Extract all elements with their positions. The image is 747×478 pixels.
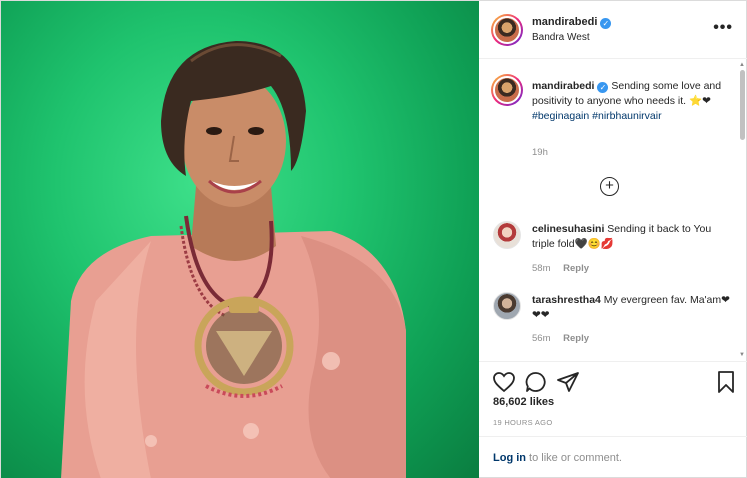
post-photo[interactable] — [1, 1, 479, 478]
author-avatar[interactable] — [491, 14, 523, 46]
scrollbar-thumb[interactable] — [740, 70, 745, 140]
caption-avatar[interactable] — [491, 74, 523, 106]
comments-scrollbar[interactable] — [740, 60, 745, 360]
comment-meta: 58m Reply — [532, 263, 589, 274]
reply-button[interactable]: Reply — [563, 333, 589, 344]
likes-count[interactable]: 86,602 likes — [493, 396, 554, 408]
commenter-username[interactable]: celinesuhasini — [532, 223, 604, 235]
comment-text: tarashrestha4 My evergreen fav. Ma'am❤❤❤ — [532, 293, 732, 323]
caption-username[interactable]: mandirabedi — [532, 80, 594, 92]
commenter-avatar[interactable] — [493, 221, 521, 249]
post-location[interactable]: Bandra West — [532, 32, 590, 43]
commenter-avatar[interactable] — [493, 292, 521, 320]
verified-badge-icon: ✓ — [597, 82, 609, 93]
commenter-username[interactable]: tarashrestha4 — [532, 294, 601, 306]
login-prompt: Log in to like or comment. — [479, 436, 747, 477]
caption-timestamp: 19h — [532, 147, 548, 158]
post-header: mandirabedi ✓ Bandra West ••• — [479, 1, 747, 59]
more-options-icon[interactable]: ••• — [713, 19, 733, 37]
login-link[interactable]: Log in — [493, 452, 526, 464]
scroll-up-icon[interactable]: ▲ — [739, 62, 745, 68]
comment-bubble-icon[interactable] — [524, 370, 548, 394]
scroll-down-icon[interactable]: ▼ — [739, 352, 745, 358]
login-prompt-rest: to like or comment. — [526, 452, 622, 464]
comment-time: 58m — [532, 263, 551, 274]
caption-hashtags[interactable]: #beginagain #nirbhaunirvair — [532, 110, 662, 122]
login-prompt-text: Log in to like or comment. — [493, 452, 622, 464]
post-time-ago: 19 HOURS AGO — [493, 418, 553, 427]
paper-plane-icon[interactable] — [556, 370, 580, 394]
post-actions: 86,602 likes 19 HOURS AGO — [479, 361, 747, 435]
comment-time: 56m — [532, 333, 551, 344]
portrait-illustration — [61, 41, 406, 478]
author-name-row: mandirabedi ✓ — [532, 16, 612, 29]
post-side-panel: mandirabedi ✓ Bandra West ••• mandirabedi… — [479, 1, 747, 477]
caption-text: mandirabedi ✓ Sending some love and posit… — [532, 79, 732, 124]
comment-meta: 56m Reply — [532, 333, 589, 344]
comment-text: celinesuhasini Sending it back to You tr… — [532, 222, 732, 252]
reply-button[interactable]: Reply — [563, 263, 589, 274]
bookmark-icon[interactable] — [714, 370, 738, 394]
plus-circle-icon[interactable]: + — [600, 177, 619, 196]
instagram-post: mandirabedi ✓ Bandra West ••• mandirabedi… — [0, 0, 747, 478]
author-username[interactable]: mandirabedi — [532, 16, 597, 28]
heart-outline-icon[interactable] — [492, 370, 516, 394]
verified-badge-icon: ✓ — [600, 18, 612, 29]
comments-section[interactable]: mandirabedi ✓ Sending some love and posit… — [479, 60, 747, 360]
